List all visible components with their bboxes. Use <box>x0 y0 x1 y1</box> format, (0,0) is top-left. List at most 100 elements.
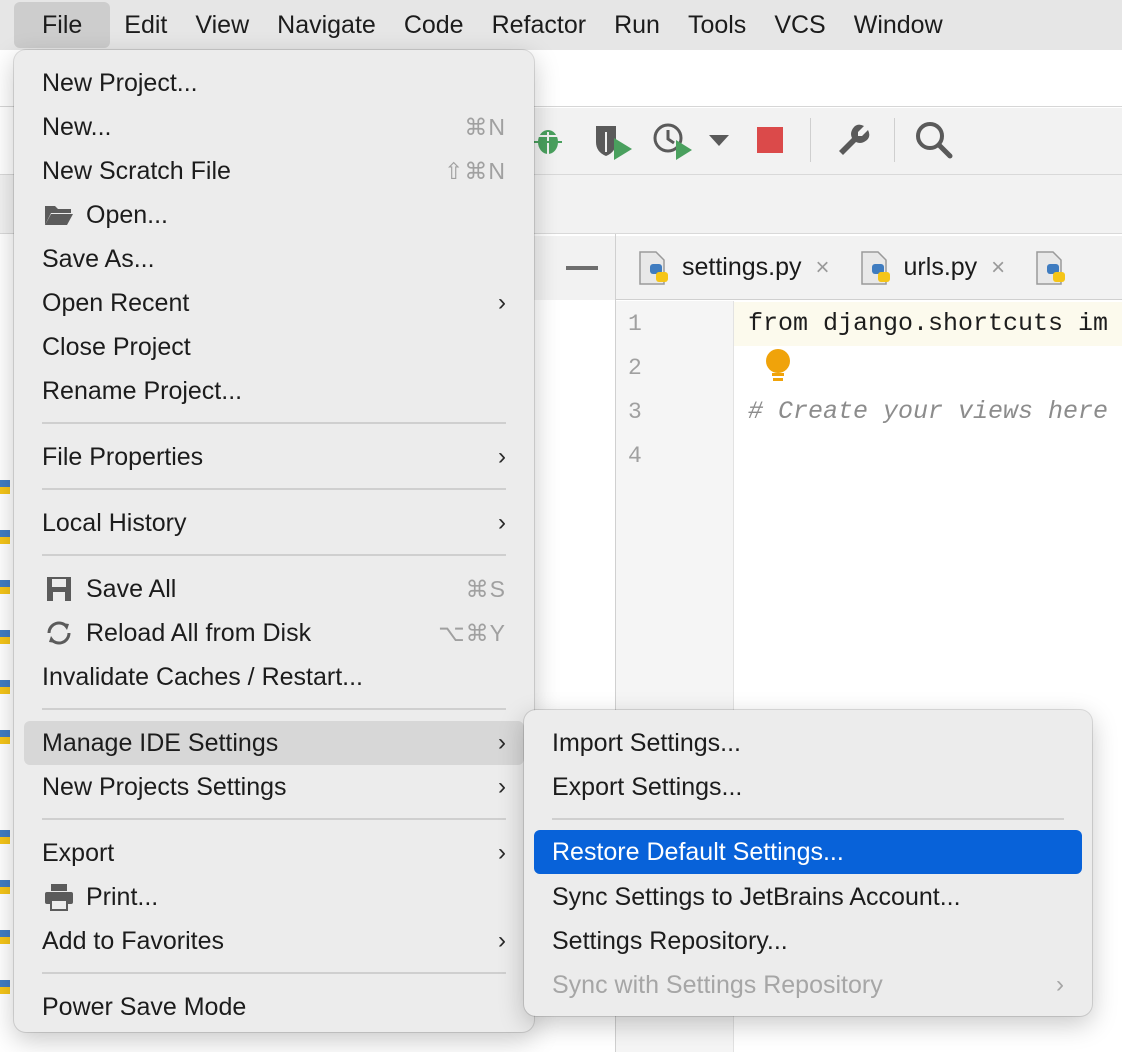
menu-item-file-properties[interactable]: File Properties › <box>14 435 534 479</box>
menu-item-new-projects-settings[interactable]: New Projects Settings › <box>14 765 534 809</box>
menu-item-export[interactable]: Export › <box>14 831 534 875</box>
editor-tabs: settings.py × urls.py × <box>616 236 1122 300</box>
chevron-right-icon: › <box>498 443 506 470</box>
save-icon <box>44 574 74 604</box>
tab-settings-py[interactable]: settings.py × <box>638 250 830 286</box>
menu-item-new[interactable]: New... ⌘N <box>14 105 534 149</box>
menu-item-label: Import Settings... <box>552 728 741 757</box>
menu-item-label: Restore Default Settings... <box>552 837 844 866</box>
menu-item-close-project[interactable]: Close Project <box>14 325 534 369</box>
menu-vcs[interactable]: VCS <box>760 2 839 48</box>
search-icon[interactable] <box>914 120 954 160</box>
python-file-icon <box>0 980 10 994</box>
shortcut-label: ⌥⌘Y <box>438 619 506 646</box>
menu-tools[interactable]: Tools <box>674 2 760 48</box>
python-file-icon <box>639 250 668 285</box>
python-file-icon <box>0 580 10 594</box>
menu-refactor[interactable]: Refactor <box>478 2 600 48</box>
line-number: 4 <box>628 443 642 469</box>
menu-item-open-recent[interactable]: Open Recent › <box>14 281 534 325</box>
menu-item-rename-project[interactable]: Rename Project... <box>14 369 534 413</box>
menu-item-open[interactable]: Open... <box>14 193 534 237</box>
menu-item-sync-with-settings-repository[interactable]: Sync with Settings Repository › <box>524 963 1092 1007</box>
tab-label: urls.py <box>903 253 978 281</box>
menu-item-add-to-favorites[interactable]: Add to Favorites › <box>14 919 534 963</box>
menu-file[interactable]: File <box>14 2 111 48</box>
chevron-right-icon: › <box>498 773 506 800</box>
shortcut-label: ⌘N <box>464 113 506 140</box>
menu-item-label: File Properties <box>42 442 204 471</box>
menu-item-label: Invalidate Caches / Restart... <box>42 662 363 691</box>
menu-item-label: New Project... <box>42 68 198 97</box>
toolbar-separator <box>894 118 895 162</box>
menu-view[interactable]: View <box>181 2 263 48</box>
menu-window[interactable]: Window <box>840 2 957 48</box>
menu-item-label: New... <box>42 112 112 141</box>
menu-item-label: Add to Favorites <box>42 926 225 955</box>
profile-icon[interactable] <box>652 122 694 162</box>
menu-bar: File Edit View Navigate Code Refactor Ru… <box>0 0 1122 50</box>
menu-item-power-save-mode[interactable]: Power Save Mode <box>14 985 534 1029</box>
menu-item-export-settings[interactable]: Export Settings... <box>524 765 1092 809</box>
python-file-icon <box>0 730 10 744</box>
menu-edit[interactable]: Edit <box>110 2 181 48</box>
file-menu: New Project... New... ⌘N New Scratch Fil… <box>14 50 534 1032</box>
menu-item-manage-ide-settings[interactable]: Manage IDE Settings › <box>24 721 524 765</box>
collapse-icon[interactable] <box>566 266 598 270</box>
tab-urls-py[interactable]: urls.py × <box>860 250 1005 286</box>
debug-icon[interactable] <box>534 122 566 158</box>
menu-code[interactable]: Code <box>390 2 478 48</box>
lightbulb-icon[interactable] <box>764 348 792 384</box>
menu-item-restore-default-settings[interactable]: Restore Default Settings... <box>534 830 1082 874</box>
shortcut-label: ⌘S <box>465 575 506 602</box>
shortcut-label: ⇧⌘N <box>444 157 506 184</box>
menu-item-label: Open Recent <box>42 288 190 317</box>
python-file-icon <box>0 930 10 944</box>
menu-item-print[interactable]: Print... <box>14 875 534 919</box>
run-with-coverage-icon[interactable] <box>592 122 634 162</box>
chevron-down-icon[interactable] <box>708 134 730 148</box>
menu-item-import-settings[interactable]: Import Settings... <box>524 721 1092 765</box>
menu-run[interactable]: Run <box>600 2 674 48</box>
menu-separator <box>552 818 1064 820</box>
menu-item-label: Save All <box>86 574 177 603</box>
wrench-icon[interactable] <box>836 122 872 158</box>
menu-item-label: Export <box>42 838 115 867</box>
close-icon[interactable]: × <box>816 254 830 282</box>
line-number: 3 <box>628 399 642 425</box>
close-icon[interactable]: × <box>991 254 1005 282</box>
menu-item-label: Open... <box>86 200 168 229</box>
folder-icon <box>44 200 74 230</box>
menu-separator <box>42 972 506 974</box>
menu-separator <box>42 708 506 710</box>
menu-item-sync-settings-jetbrains[interactable]: Sync Settings to JetBrains Account... <box>524 875 1092 919</box>
menu-navigate[interactable]: Navigate <box>263 2 390 48</box>
menu-item-label: Rename Project... <box>42 376 243 405</box>
menu-item-settings-repository[interactable]: Settings Repository... <box>524 919 1092 963</box>
code-comment[interactable]: # Create your views here <box>748 397 1108 426</box>
menu-item-new-project[interactable]: New Project... <box>14 61 534 105</box>
menu-item-reload-all[interactable]: Reload All from Disk ⌥⌘Y <box>14 611 534 655</box>
line-number: 1 <box>628 311 642 337</box>
menu-item-label: New Scratch File <box>42 156 231 185</box>
menu-item-label: New Projects Settings <box>42 772 287 801</box>
menu-item-label: Local History <box>42 508 187 537</box>
stop-icon[interactable] <box>757 127 783 153</box>
menu-item-label: Manage IDE Settings <box>42 728 279 757</box>
chevron-right-icon: › <box>1056 971 1064 998</box>
menu-item-label: Power Save Mode <box>42 992 247 1021</box>
menu-item-local-history[interactable]: Local History › <box>14 501 534 545</box>
menu-separator <box>42 818 506 820</box>
tab-partial[interactable] <box>1035 250 1079 286</box>
menu-item-label: Sync Settings to JetBrains Account... <box>552 882 961 911</box>
menu-item-new-scratch-file[interactable]: New Scratch File ⇧⌘N <box>14 149 534 193</box>
menu-item-save-all[interactable]: Save All ⌘S <box>14 567 534 611</box>
chevron-right-icon: › <box>498 729 506 756</box>
menu-separator <box>42 488 506 490</box>
menu-item-label: Export Settings... <box>552 772 743 801</box>
menu-item-save-as[interactable]: Save As... <box>14 237 534 281</box>
toolbar-separator <box>810 118 811 162</box>
code-line[interactable]: from django.shortcuts im <box>748 309 1108 338</box>
menu-item-label: Close Project <box>42 332 191 361</box>
menu-item-invalidate-caches[interactable]: Invalidate Caches / Restart... <box>14 655 534 699</box>
